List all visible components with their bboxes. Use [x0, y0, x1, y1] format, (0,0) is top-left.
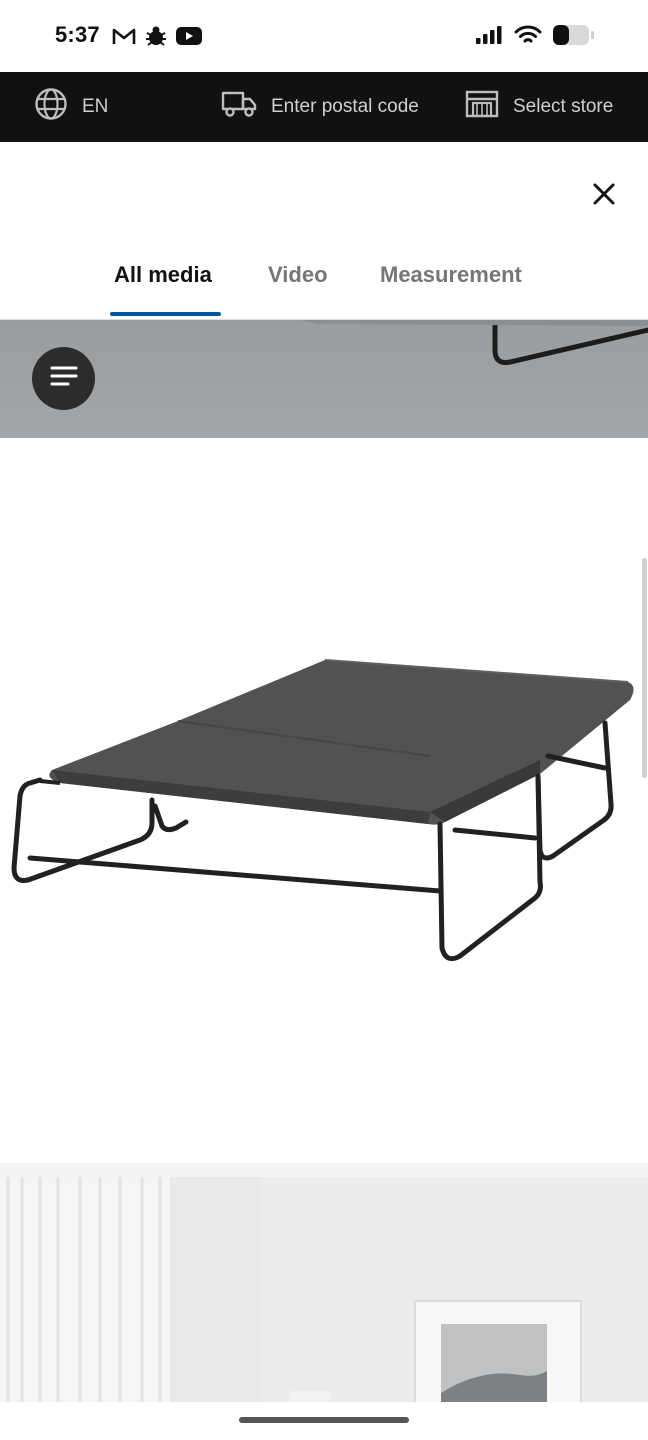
select-store-button[interactable]: Select store [465, 72, 613, 142]
postal-code-label: Enter postal code [271, 96, 419, 117]
media-gallery[interactable] [0, 320, 648, 1440]
media-menu-button[interactable] [32, 347, 95, 410]
store-icon [465, 89, 499, 125]
language-selector[interactable]: EN [34, 72, 108, 142]
product-image-room[interactable] [0, 1163, 648, 1440]
gallery-scrollbar[interactable] [642, 558, 647, 778]
status-time: 5:37 [55, 22, 100, 47]
top-nav: EN Enter postal code Select store [0, 72, 648, 142]
status-system-icons [476, 24, 594, 51]
bug-icon [144, 25, 168, 52]
media-tabs: All media Video Measurement [0, 244, 648, 320]
page: 5:37 EN Enter postal code Select store A… [0, 0, 648, 1440]
tab-all-media[interactable]: All media [114, 262, 212, 288]
select-store-label: Select store [513, 96, 614, 117]
product-image-main[interactable] [0, 438, 648, 1163]
wifi-icon [514, 25, 542, 50]
media-viewer-sheet: All media Video Measurement [0, 148, 648, 1440]
battery-icon [552, 24, 594, 51]
close-button[interactable] [588, 178, 620, 210]
truck-icon [221, 90, 257, 124]
gmail-icon [112, 26, 136, 51]
globe-icon [34, 87, 68, 127]
youtube-icon [176, 26, 202, 51]
postal-code-button[interactable]: Enter postal code [221, 72, 419, 142]
language-label: EN [82, 96, 109, 117]
active-tab-indicator [110, 312, 221, 316]
tab-video[interactable]: Video [268, 262, 328, 288]
product-image-partial[interactable] [0, 320, 648, 438]
status-bar: 5:37 [0, 0, 648, 72]
tab-measurement[interactable]: Measurement [380, 262, 522, 288]
room-scene-graphic [0, 1163, 648, 1440]
close-icon [588, 183, 620, 214]
status-app-icons [112, 25, 202, 52]
signal-icon [476, 25, 504, 50]
home-indicator[interactable] [239, 1417, 409, 1423]
bed-frame-partial-graphic [300, 320, 648, 365]
menu-lines-icon [50, 365, 78, 392]
folding-bed-graphic [11, 659, 634, 962]
